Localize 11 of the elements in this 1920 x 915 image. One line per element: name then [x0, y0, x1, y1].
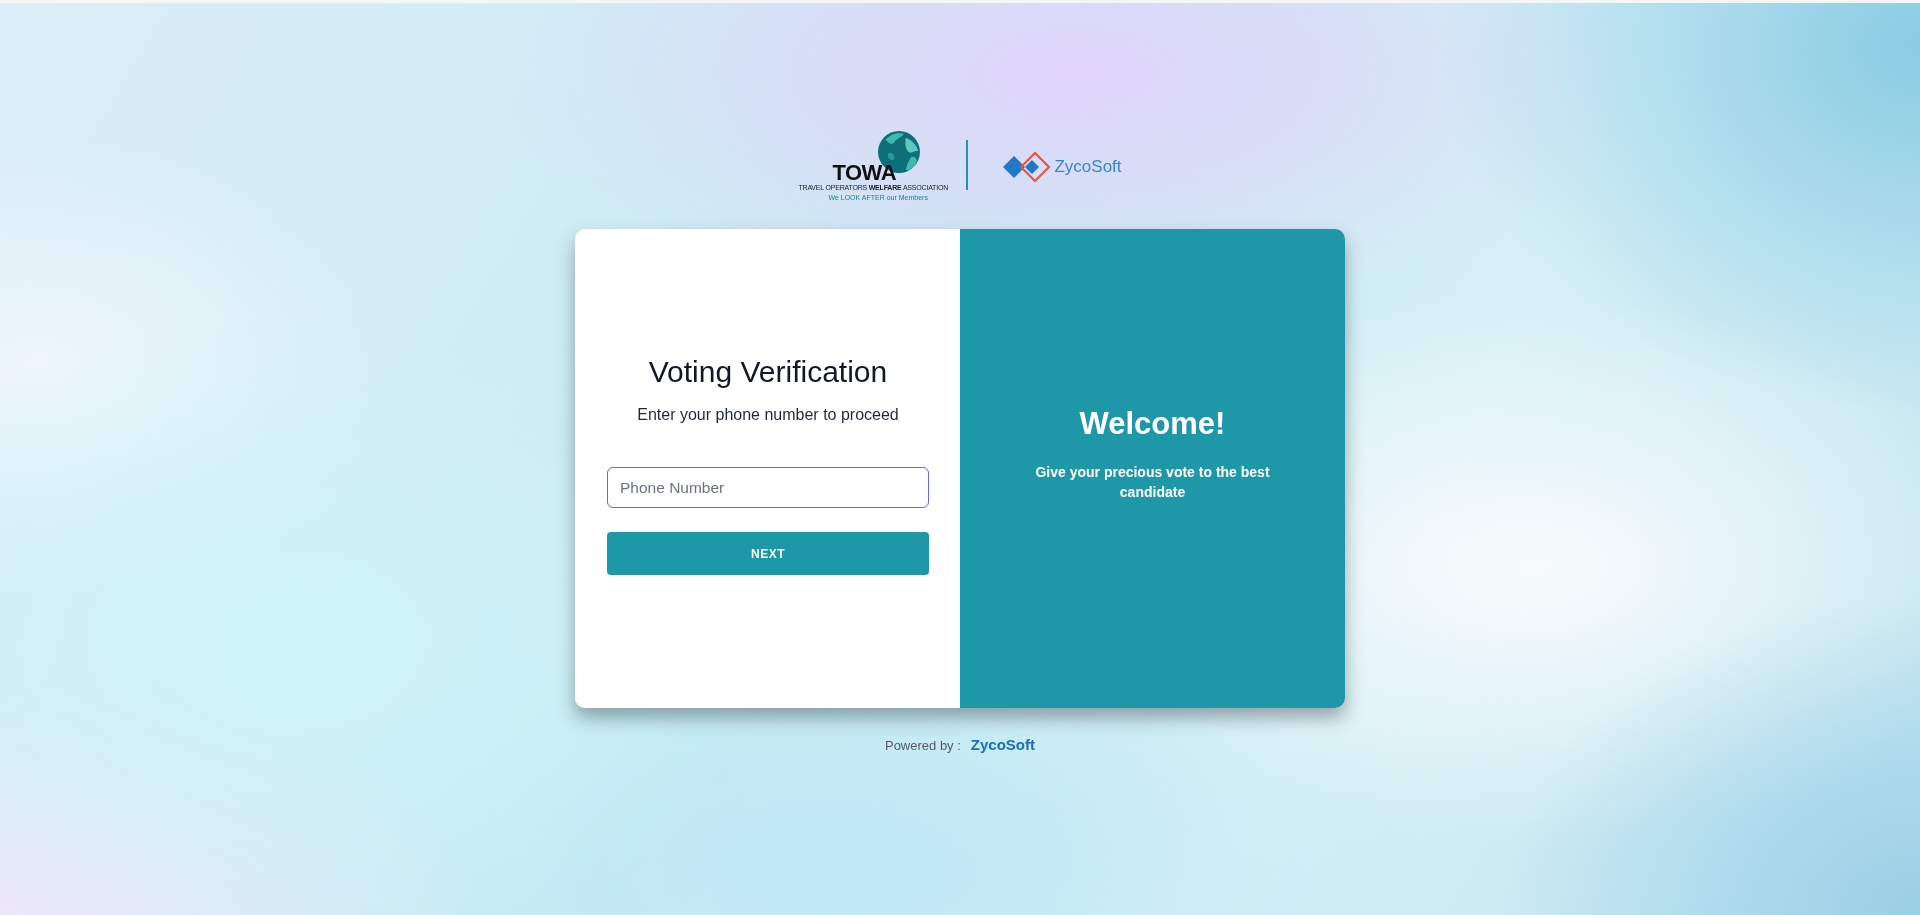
- phone-number-field[interactable]: Phone Number: [607, 467, 929, 508]
- logo-wordmark: ZycoSoft: [1054, 155, 1122, 178]
- logo-wordmark: TOWA: [832, 162, 897, 184]
- form-title: Voting Verification: [647, 354, 889, 390]
- welcome-message: Give your precious vote to the best candidate: [1034, 463, 1271, 503]
- brand-link[interactable]: ZycoSoft: [970, 734, 1035, 757]
- welcome-title: Welcome!: [1079, 404, 1226, 443]
- diamond-logo-icon: [1002, 149, 1053, 184]
- form-subtitle: Enter your phone number to proceed: [636, 405, 900, 425]
- powered-by-label: Powered by :: [884, 737, 961, 755]
- next-button[interactable]: NEXT: [607, 532, 929, 575]
